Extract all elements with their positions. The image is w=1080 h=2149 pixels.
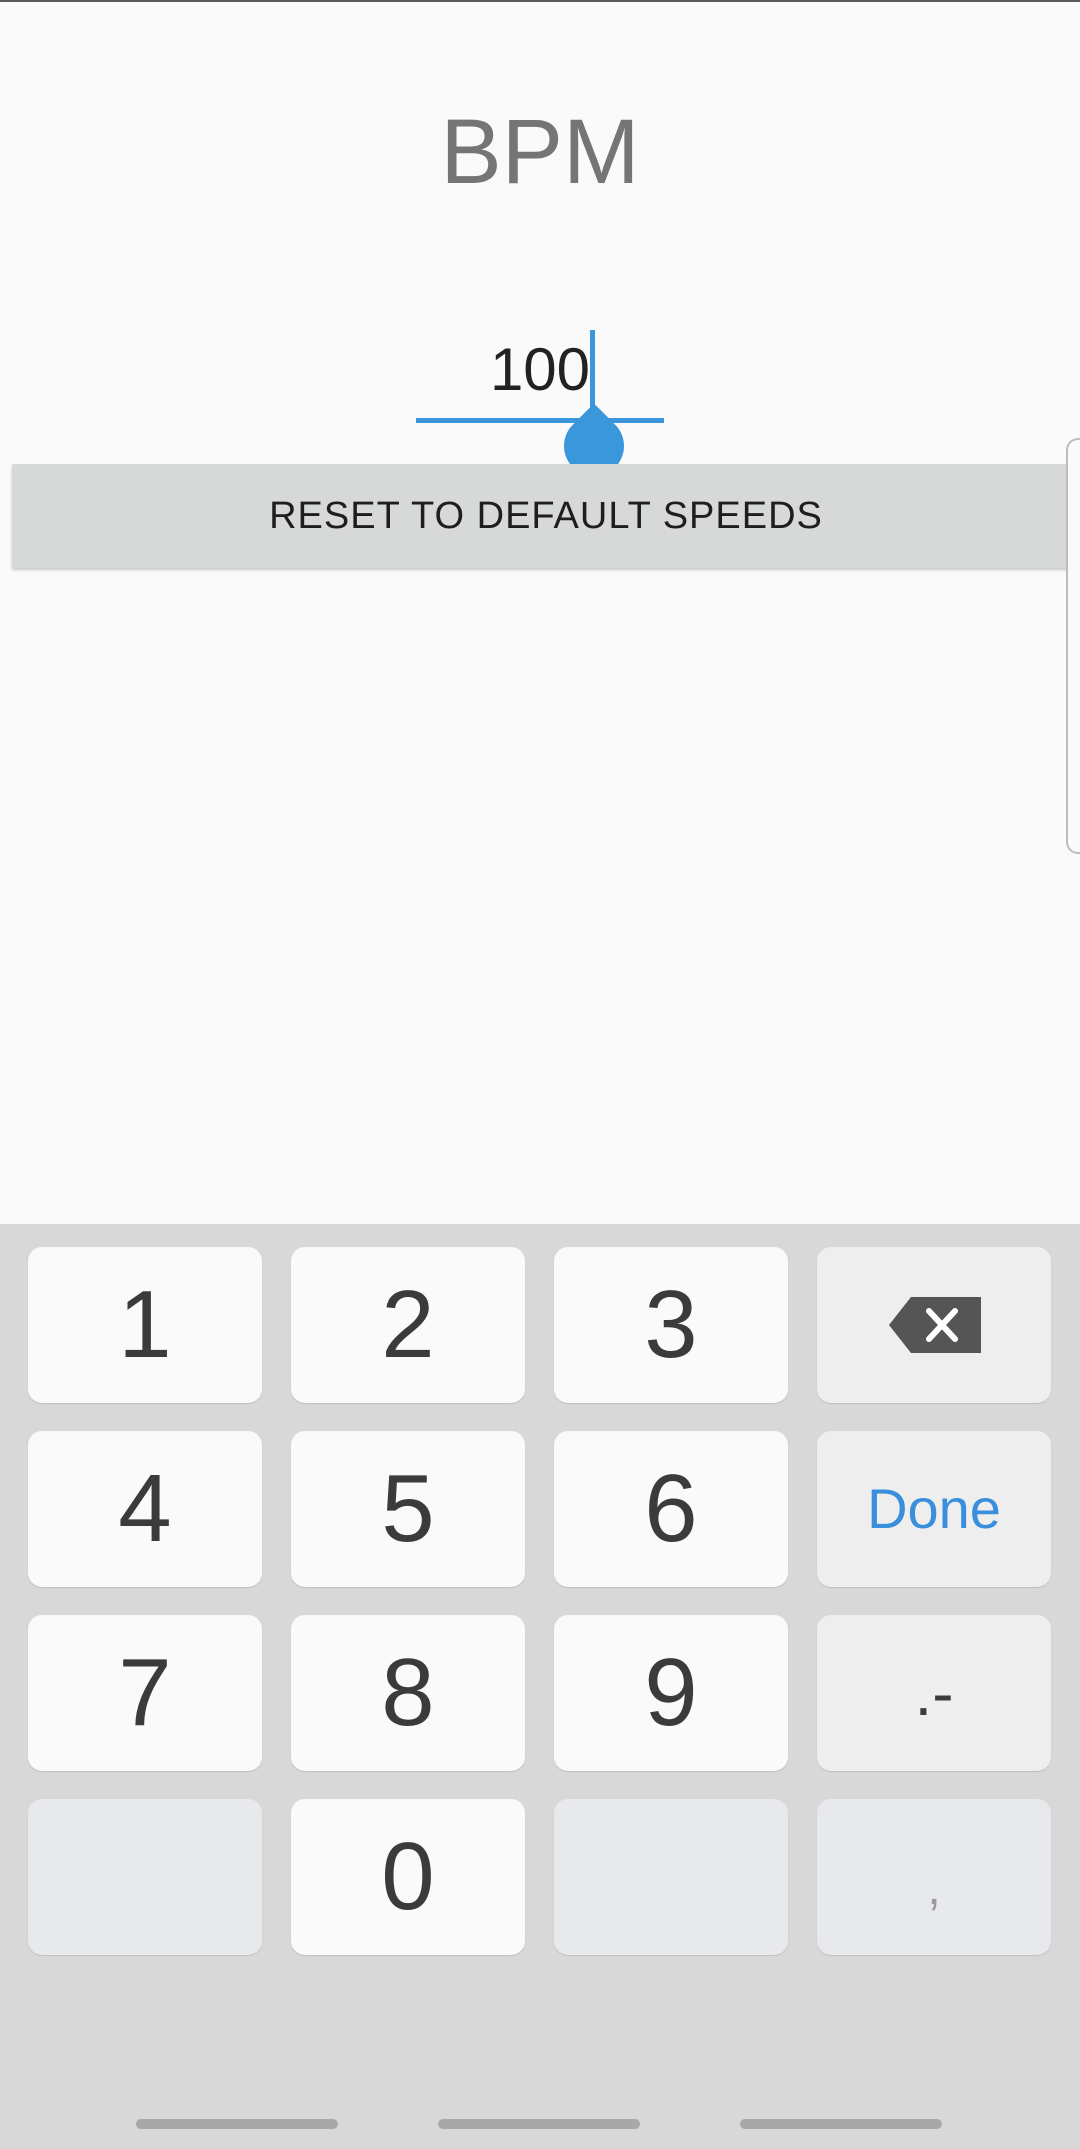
reset-default-speeds-button[interactable]: RESET TO DEFAULT SPEEDS — [12, 464, 1080, 568]
key-7[interactable]: 7 — [28, 1615, 262, 1771]
nav-bar-center[interactable] — [438, 2119, 640, 2129]
key-4[interactable]: 4 — [28, 1431, 262, 1587]
top-border — [0, 0, 1080, 2]
key-3[interactable]: 3 — [554, 1247, 788, 1403]
bpm-input-value: 100 — [489, 336, 591, 403]
key-0[interactable]: 0 — [291, 1799, 525, 1955]
edge-panel-handle[interactable] — [1066, 438, 1080, 854]
page-title: BPM — [440, 101, 640, 203]
key-1[interactable]: 1 — [28, 1247, 262, 1403]
dot-minus-key[interactable]: .- — [817, 1615, 1051, 1771]
backspace-key[interactable] — [817, 1247, 1051, 1403]
text-cursor — [590, 330, 595, 412]
done-key[interactable]: Done — [817, 1431, 1051, 1587]
input-underline — [416, 418, 664, 423]
key-6[interactable]: 6 — [554, 1431, 788, 1587]
nav-bar-right[interactable] — [740, 2119, 942, 2129]
bpm-input[interactable]: 100 — [416, 330, 664, 476]
numeric-keyboard: 1 2 3 4 5 6 Done 7 8 9 .- 0 , — [0, 1224, 1080, 2149]
backspace-icon — [889, 1297, 981, 1353]
key-8[interactable]: 8 — [291, 1615, 525, 1771]
blank-key-left — [28, 1799, 262, 1955]
nav-bar-left[interactable] — [136, 2119, 338, 2129]
comma-key[interactable]: , — [817, 1799, 1051, 1955]
key-2[interactable]: 2 — [291, 1247, 525, 1403]
blank-key-middle — [554, 1799, 788, 1955]
key-5[interactable]: 5 — [291, 1431, 525, 1587]
key-9[interactable]: 9 — [554, 1615, 788, 1771]
